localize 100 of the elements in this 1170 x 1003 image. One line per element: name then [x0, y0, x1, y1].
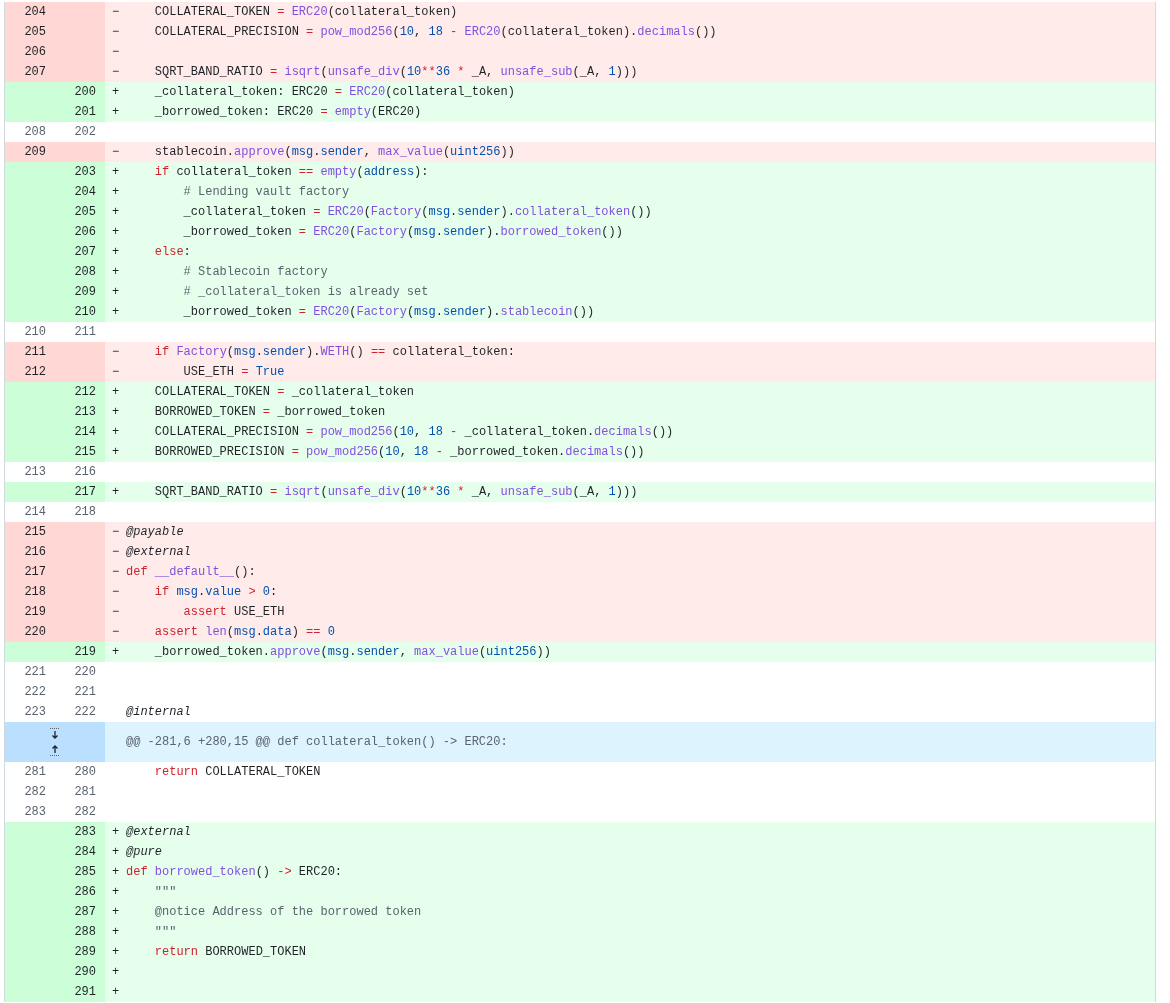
code-line: # _collateral_token is already set: [182, 284, 429, 301]
code-line: @internal: [126, 704, 191, 721]
line-number-cell: 203: [55, 162, 105, 182]
diff-marker: +: [112, 425, 120, 439]
line-number-cell: 207: [5, 62, 55, 82]
line-number-cell: 210: [55, 302, 105, 322]
line-number-cell: 211: [5, 342, 55, 362]
line-number-cell: 283: [55, 822, 105, 842]
diff-marker: +: [112, 185, 120, 199]
line-number-cell: [5, 482, 55, 502]
line-number-cell: 201: [55, 102, 105, 122]
expand-up-icon[interactable]: [48, 743, 62, 757]
expand-down-icon[interactable]: [48, 727, 62, 741]
code-line: # Lending vault factory: [182, 184, 350, 201]
line-number-cell: 217: [55, 482, 105, 502]
line-number-cell: 212: [55, 382, 105, 402]
line-number-cell: 220: [5, 622, 55, 642]
code-line: def __default__():: [126, 564, 256, 581]
line-number-cell: 205: [55, 202, 105, 222]
diff-marker: +: [112, 205, 120, 219]
diff-marker: +: [112, 965, 120, 979]
line-number-cell: 215: [5, 522, 55, 542]
code-line: _borrowed_token: ERC20 = empty(ERC20): [153, 104, 422, 121]
line-number-cell: 291: [55, 982, 105, 1002]
diff-marker: +: [112, 885, 120, 899]
diff-marker: +: [112, 485, 120, 499]
code-line: _borrowed_token = ERC20(Factory(msg.sender).borrowed_token()): [182, 224, 623, 241]
line-number-cell: 285: [55, 862, 105, 882]
line-number-cell: [5, 642, 55, 662]
line-number-cell: 284: [55, 842, 105, 862]
line-number-cell: 288: [55, 922, 105, 942]
code-line: # Stablecoin factory: [182, 264, 328, 281]
diff-marker: +: [112, 105, 120, 119]
line-number-cell: 206: [55, 222, 105, 242]
code-line: _borrowed_token.approve(msg.sender, max_value(uint256)): [153, 644, 551, 661]
diff-marker: +: [112, 985, 120, 999]
code-line: USE_ETH = True: [182, 364, 285, 381]
diff-marker: +: [112, 905, 120, 919]
line-number-cell: 212: [5, 362, 55, 382]
diff-marker: +: [112, 845, 120, 859]
line-number-cell: 219: [55, 642, 105, 662]
line-number-cell: 287: [55, 902, 105, 922]
line-number-cell: 217: [5, 562, 55, 582]
line-number-cell: 209: [55, 282, 105, 302]
code-line: COLLATERAL_PRECISION = pow_mod256(10, 18 - ERC20(collateral_token).decimals()): [153, 24, 717, 41]
code-line: @payable: [126, 524, 184, 541]
line-number-cell: 290: [55, 962, 105, 982]
code-line: _collateral_token = ERC20(Factory(msg.sender).collateral_token()): [182, 204, 652, 221]
diff-marker: −: [112, 65, 120, 79]
code-line: stablecoin.approve(msg.sender, max_value(uint256)): [153, 144, 515, 161]
diff-marker: +: [112, 925, 120, 939]
diff-marker: +: [112, 385, 120, 399]
code-line: BORROWED_TOKEN = _borrowed_token: [153, 404, 386, 421]
diff-marker: −: [112, 565, 120, 579]
diff-marker: +: [112, 305, 120, 319]
line-number-cell: 213: [55, 402, 105, 422]
line-number-cell: 205: [5, 22, 55, 42]
diff-marker: +: [112, 285, 120, 299]
line-number-cell: 208: [55, 262, 105, 282]
diff-marker: −: [112, 365, 120, 379]
code-line: @notice Address of the borrowed token: [153, 904, 422, 921]
hunk-header: @@ -281,6 +280,15 @@ def collateral_token() -> ERC20:: [126, 734, 508, 751]
code-line: """: [153, 924, 177, 941]
line-number-cell: 216: [5, 542, 55, 562]
code-line: COLLATERAL_TOKEN = ERC20(collateral_token): [153, 4, 458, 21]
diff-marker: +: [112, 245, 120, 259]
line-number-cell: 214: [55, 422, 105, 442]
diff-marker: +: [112, 825, 120, 839]
diff-marker: +: [112, 225, 120, 239]
line-number-cell: 218: [5, 582, 55, 602]
line-number-cell: 204: [5, 2, 55, 22]
diff-marker: −: [112, 525, 120, 539]
code-line: """: [153, 884, 177, 901]
code-line: else:: [153, 244, 191, 261]
line-number-cell: 209: [5, 142, 55, 162]
diff-marker: −: [112, 545, 120, 559]
code-line: SQRT_BAND_RATIO = isqrt(unsafe_div(10**36 * _A, unsafe_sub(_A, 1))): [153, 64, 638, 81]
line-number-cell: 204: [55, 182, 105, 202]
diff-marker: +: [112, 85, 120, 99]
diff-marker: +: [112, 645, 120, 659]
code-line: if msg.value > 0:: [153, 584, 278, 601]
line-number-cell: 219: [5, 602, 55, 622]
line-number-cell: [55, 142, 105, 162]
code-line: @external: [126, 824, 191, 841]
code-line: COLLATERAL_PRECISION = pow_mod256(10, 18 - _collateral_token.decimals()): [153, 424, 674, 441]
code-line: if collateral_token == empty(address):: [153, 164, 429, 181]
code-line: assert USE_ETH: [182, 604, 285, 621]
diff-marker: −: [112, 625, 120, 639]
line-number-cell: 200: [55, 82, 105, 102]
diff-marker: −: [112, 45, 120, 59]
diff-marker: −: [112, 25, 120, 39]
line-number-cell: 289: [55, 942, 105, 962]
line-number-cell: 215: [55, 442, 105, 462]
code-line: _collateral_token: ERC20 = ERC20(collateral_token): [153, 84, 515, 101]
diff-marker: −: [112, 145, 120, 159]
diff-marker: +: [112, 445, 120, 459]
diff-marker: +: [112, 405, 120, 419]
code-line: BORROWED_PRECISION = pow_mod256(10, 18 - _borrowed_token.decimals()): [153, 444, 645, 461]
line-number-cell: 207: [55, 242, 105, 262]
code-line: if Factory(msg.sender).WETH() == collateral_token:: [153, 344, 515, 361]
